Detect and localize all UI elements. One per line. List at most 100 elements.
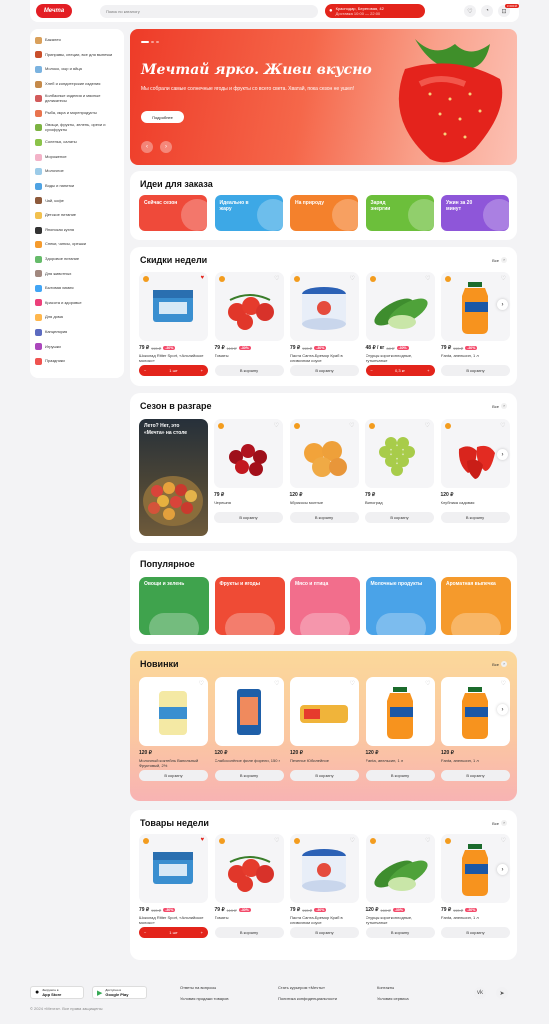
favorite-heart-icon[interactable]: ♡ — [274, 275, 279, 282]
favorite-heart-icon[interactable]: ♡ — [425, 275, 430, 282]
idea-card[interactable]: На природу — [290, 195, 358, 231]
product-card[interactable]: ♥ 79 ₽113 ₽ -30% Шоколад Ritter Sport, «Аль… — [139, 272, 208, 376]
category-card[interactable]: Фрукты и ягоды — [214, 577, 285, 635]
favorite-heart-icon[interactable]: ♡ — [425, 422, 430, 429]
vk-icon[interactable]: vk — [474, 987, 486, 999]
hero-prev-arrow-icon[interactable]: ‹ — [141, 141, 153, 153]
product-card[interactable]: ♡ 120 ₽ Fanta, апельсин, 1 л В корзину — [441, 677, 510, 781]
telegram-icon[interactable]: ➤ — [496, 987, 508, 999]
product-card[interactable]: ♡ 48 ₽ / кг 68 ₽ -30% Огурцы короткоплодные,… — [365, 272, 435, 376]
add-to-cart-button[interactable]: В корзину — [290, 770, 359, 781]
favorite-heart-icon[interactable]: ♡ — [349, 422, 354, 429]
sidebar-item[interactable]: Для дома — [35, 310, 119, 325]
quantity-stepper[interactable]: − 0,3 кг + — [365, 365, 435, 376]
category-card[interactable]: Ароматная выпечка — [441, 577, 511, 635]
sidebar-item[interactable]: Канцелярия — [35, 325, 119, 340]
sidebar-item[interactable]: Бакалея — [35, 33, 119, 48]
idea-card[interactable]: Идеально в жару — [214, 195, 283, 231]
idea-card[interactable]: Заряд энергии — [365, 195, 434, 231]
product-card[interactable]: ♡ 120 ₽ Печенье Юбилейное В корзину — [290, 677, 359, 781]
add-to-cart-button[interactable]: В корзину — [365, 512, 434, 523]
app-store-button[interactable]: ● Загрузите в App Store — [30, 986, 84, 999]
favorite-heart-icon[interactable]: ♡ — [501, 837, 506, 844]
sidebar-item[interactable]: Хлеб и кондитерские изделия — [35, 77, 119, 92]
minus-icon[interactable]: − — [144, 930, 146, 935]
favorite-heart-icon[interactable]: ♡ — [425, 680, 430, 687]
favorite-heart-icon[interactable]: ♡ — [350, 837, 355, 844]
minus-icon[interactable]: − — [144, 368, 146, 373]
product-card[interactable]: ♡ 120 ₽ Клубника садовая В корзину — [440, 419, 510, 523]
sidebar-item[interactable]: Колбасные изделия и мясные деликатесы — [35, 91, 119, 106]
sidebar-item[interactable]: Молочное — [35, 164, 119, 179]
address-button[interactable]: ● Краснодар, Береговая, 42 Доставка 10:00… — [325, 4, 425, 18]
favorite-heart-icon[interactable]: ♡ — [350, 680, 355, 687]
footer-link[interactable]: Условия сервиса — [377, 996, 409, 1001]
product-card[interactable]: ♡ 79 ₽ Виноград В корзину — [365, 419, 434, 523]
add-to-cart-button[interactable]: В корзину — [441, 365, 510, 376]
favorite-heart-icon[interactable]: ♡ — [501, 680, 506, 687]
add-to-cart-button[interactable]: В корзину — [214, 770, 284, 781]
add-to-cart-button[interactable]: В корзину — [441, 927, 510, 938]
product-card[interactable]: ♡ 79 ₽113 ₽ -30% Паста Санта-Бремор Краб в … — [290, 834, 359, 938]
product-card[interactable]: ♡ 79 ₽113 ₽ -30% Томаты В корзину — [214, 272, 284, 376]
plus-icon[interactable]: + — [427, 368, 429, 373]
favorite-heart-icon[interactable]: ♡ — [199, 680, 204, 687]
footer-link[interactable]: Условия продажи товаров — [180, 996, 229, 1001]
sidebar-item[interactable]: Овощи, фрукты, зелень, орехи и сухофрукт… — [35, 121, 119, 136]
sidebar-item[interactable]: Здоровое питание — [35, 252, 119, 267]
quantity-stepper[interactable]: − 1 шт + — [139, 365, 208, 376]
favorite-heart-icon[interactable]: ♡ — [500, 422, 505, 429]
add-to-cart-button[interactable]: В корзину — [365, 770, 435, 781]
sidebar-item[interactable]: Воды и напитки — [35, 179, 119, 194]
sidebar-item[interactable]: Игрушки — [35, 339, 119, 354]
sidebar-item[interactable]: Молоко, сыр и яйца — [35, 62, 119, 77]
sidebar-item[interactable]: Праздники — [35, 354, 119, 369]
favorite-heart-icon[interactable]: ♡ — [501, 275, 506, 282]
add-to-cart-button[interactable]: В корзину — [139, 770, 208, 781]
favorite-heart-icon[interactable]: ♡ — [274, 837, 279, 844]
category-card[interactable]: Мясо и птица — [290, 577, 360, 635]
sidebar-item[interactable]: Снеки, чипсы, орешки — [35, 237, 119, 252]
product-card[interactable]: ♡ 120 ₽160 ₽ -30% Огурцы короткоплодные, ту… — [365, 834, 435, 938]
sidebar-item[interactable]: Японская кухня — [35, 223, 119, 238]
add-to-cart-button[interactable]: В корзину — [441, 770, 510, 781]
category-card[interactable]: Молочные продукты — [365, 577, 436, 635]
quantity-stepper[interactable]: − 1 шт + — [139, 927, 208, 938]
product-card[interactable]: ♡ 120 ₽ Слабосолёное филе форели, 150 г В к… — [214, 677, 284, 781]
sidebar-item[interactable]: Приправы, специи, все для выпечки — [35, 48, 119, 63]
heart-icon[interactable]: ♡ — [464, 5, 476, 17]
add-to-cart-button[interactable]: В корзину — [290, 927, 359, 938]
discounts-next-arrow-icon[interactable]: › — [497, 299, 508, 310]
add-to-cart-button[interactable]: В корзину — [214, 365, 284, 376]
add-to-cart-button[interactable]: В корзину — [365, 927, 435, 938]
hero-banner[interactable]: Мечтай ярко. Живи вкусно Мы собрали самы… — [130, 29, 517, 165]
season-all-link[interactable]: Все › — [492, 403, 507, 409]
sidebar-item[interactable]: Чай, кофе — [35, 194, 119, 209]
favorite-heart-icon[interactable]: ♡ — [350, 275, 355, 282]
product-card[interactable]: ♡ 79 ₽113 ₽ -30% Томаты В корзину — [214, 834, 284, 938]
discounts-all-link[interactable]: Все › — [492, 257, 507, 263]
product-card[interactable]: ♥ 79 ₽113 ₽ -30% Шоколад Ritter Sport, «Аль… — [139, 834, 208, 938]
product-card[interactable]: ♡ 79 ₽113 ₽ -30% Fanta, апельсин, 1 л В корз… — [441, 272, 510, 376]
favorite-heart-icon[interactable]: ♡ — [274, 680, 279, 687]
add-to-cart-button[interactable]: В корзину — [290, 365, 359, 376]
slider-dots[interactable] — [141, 41, 159, 43]
product-card[interactable]: ♡ 120 ₽ Молочный коктейль Ванильный Фрукто… — [139, 677, 208, 781]
favorite-heart-icon[interactable]: ♥ — [200, 837, 204, 843]
footer-link[interactable]: Контакты — [377, 985, 394, 990]
novelties-next-arrow-icon[interactable]: › — [497, 704, 508, 715]
favorite-heart-icon[interactable]: ♡ — [425, 837, 430, 844]
novelties-all-link[interactable]: Все › — [492, 661, 507, 667]
sidebar-item[interactable]: Бытовая химия — [35, 281, 119, 296]
footer-link[interactable]: Стать курьером «Мечты» — [278, 985, 325, 990]
sidebar-item[interactable]: Мороженое — [35, 150, 119, 165]
product-card[interactable]: ♡ 79 ₽113 ₽ -30% Fanta, апельсин, 1 л В корз… — [441, 834, 510, 938]
user-icon[interactable]: ◔ — [481, 5, 493, 17]
category-card[interactable]: Овощи и зелень — [139, 577, 209, 635]
favorite-heart-icon[interactable]: ♡ — [274, 422, 279, 429]
plus-icon[interactable]: + — [201, 930, 203, 935]
add-to-cart-button[interactable]: В корзину — [214, 927, 284, 938]
week-next-arrow-icon[interactable]: › — [497, 864, 508, 875]
idea-card[interactable]: Сейчас сезон — [139, 195, 207, 231]
product-card[interactable]: ♡ 79 ₽ Черешня В корзину — [214, 419, 283, 523]
